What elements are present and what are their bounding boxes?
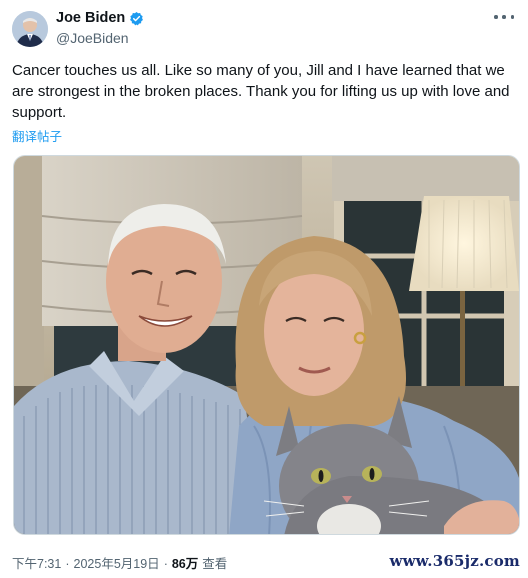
views-label: 查看 — [202, 557, 228, 571]
tweet-time[interactable]: 下午7:31 — [12, 553, 61, 572]
verified-badge-icon — [129, 11, 144, 26]
more-options-icon[interactable] — [494, 10, 514, 24]
meta-separator: · — [65, 557, 70, 571]
tweet-date[interactable]: 2025年5月19日 — [74, 553, 160, 572]
author-name-row[interactable]: Joe Biden — [56, 10, 144, 26]
meta-separator: · — [163, 557, 168, 571]
author-display-name[interactable]: Joe Biden — [56, 10, 125, 26]
avatar[interactable] — [12, 11, 48, 47]
tweet-photo[interactable] — [13, 155, 520, 535]
tweet-text: Cancer touches us all. Like so many of y… — [12, 62, 510, 121]
views-count[interactable]: 86万 — [172, 553, 198, 572]
site-watermark: www.365jz.com — [389, 552, 520, 570]
tweet-meta: 下午7:31 · 2025年5月19日 · 86万 查看 — [12, 553, 227, 572]
translate-post-link[interactable]: 翻译帖子 — [12, 126, 62, 145]
author-handle[interactable]: @JoeBiden — [56, 30, 129, 46]
